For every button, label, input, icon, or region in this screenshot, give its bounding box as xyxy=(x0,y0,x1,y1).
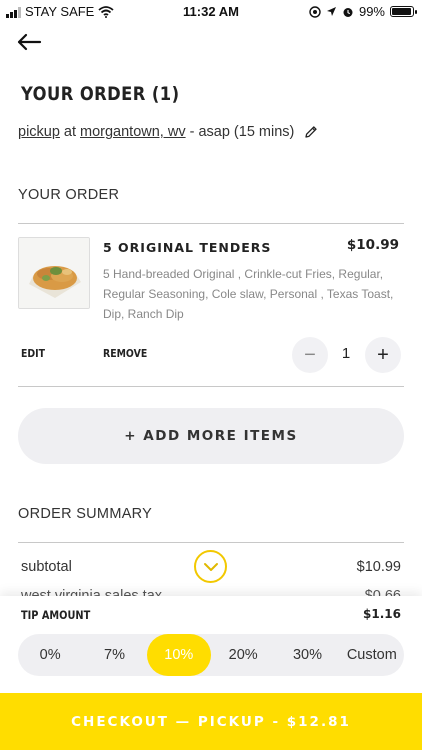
tip-option-0[interactable]: 0% xyxy=(18,634,82,676)
edit-item-button[interactable]: EDIT xyxy=(21,347,45,360)
divider xyxy=(18,542,404,543)
your-order-heading: YOUR ORDER xyxy=(18,187,120,203)
plus-icon: + xyxy=(377,343,389,366)
tip-amount-value: $1.16 xyxy=(363,607,401,621)
pickup-timing: - asap (15 mins) xyxy=(189,124,295,140)
item-description: 5 Hand-breaded Original , Crinkle-cut Fr… xyxy=(103,267,394,321)
item-image xyxy=(18,237,90,309)
pickup-at-text: at xyxy=(63,124,77,140)
tip-options: 0% 7% 10% 20% 30% Custom xyxy=(18,634,404,676)
summary-value: $10.99 xyxy=(356,559,401,575)
page-title: YOUR ORDER (1) xyxy=(21,83,180,105)
status-right: 99% xyxy=(309,4,417,19)
minus-icon: − xyxy=(304,343,316,366)
divider xyxy=(18,386,404,387)
battery-percent: 99% xyxy=(358,4,385,19)
item-name: 5 ORIGINAL TENDERS xyxy=(103,240,272,255)
tip-panel: TIP AMOUNT $1.16 0% 7% 10% 20% 30% Custo… xyxy=(0,596,422,696)
pencil-icon[interactable] xyxy=(304,125,318,139)
tip-option-7[interactable]: 7% xyxy=(82,634,146,676)
chevron-down-icon xyxy=(203,562,218,571)
back-button[interactable] xyxy=(16,30,48,54)
tip-option-custom[interactable]: Custom xyxy=(340,634,404,676)
location-icon xyxy=(309,5,321,18)
order-summary-heading: ORDER SUMMARY xyxy=(18,506,153,522)
checkout-button[interactable]: CHECKOUT — PICKUP - $12.81 xyxy=(0,693,422,750)
status-bar: STAY SAFE 11:32 AM 99% xyxy=(0,0,422,24)
increase-quantity-button[interactable]: + xyxy=(365,337,401,373)
remove-item-button[interactable]: REMOVE xyxy=(103,347,147,360)
pickup-mode-link[interactable]: pickup xyxy=(18,124,60,140)
tip-amount-label: TIP AMOUNT xyxy=(21,608,91,622)
alarm-icon xyxy=(343,7,353,17)
tip-option-20[interactable]: 20% xyxy=(211,634,275,676)
item-price: $10.99 xyxy=(346,237,399,253)
decrease-quantity-button[interactable]: − xyxy=(292,337,328,373)
tip-option-30[interactable]: 30% xyxy=(275,634,339,676)
pickup-info: pickup at morgantown, wv - asap (15 mins… xyxy=(18,124,318,140)
navigation-arrow-icon xyxy=(326,7,336,16)
battery-icon xyxy=(390,6,417,17)
divider xyxy=(18,223,404,224)
add-more-items-button[interactable]: + ADD MORE ITEMS xyxy=(18,408,404,464)
expand-summary-button[interactable] xyxy=(194,550,227,583)
arrow-left-icon xyxy=(17,33,42,51)
pickup-location-link[interactable]: morgantown, wv xyxy=(80,124,186,140)
tip-option-10[interactable]: 10% xyxy=(146,634,211,676)
summary-label: subtotal xyxy=(21,559,72,575)
quantity-value: 1 xyxy=(341,345,351,362)
